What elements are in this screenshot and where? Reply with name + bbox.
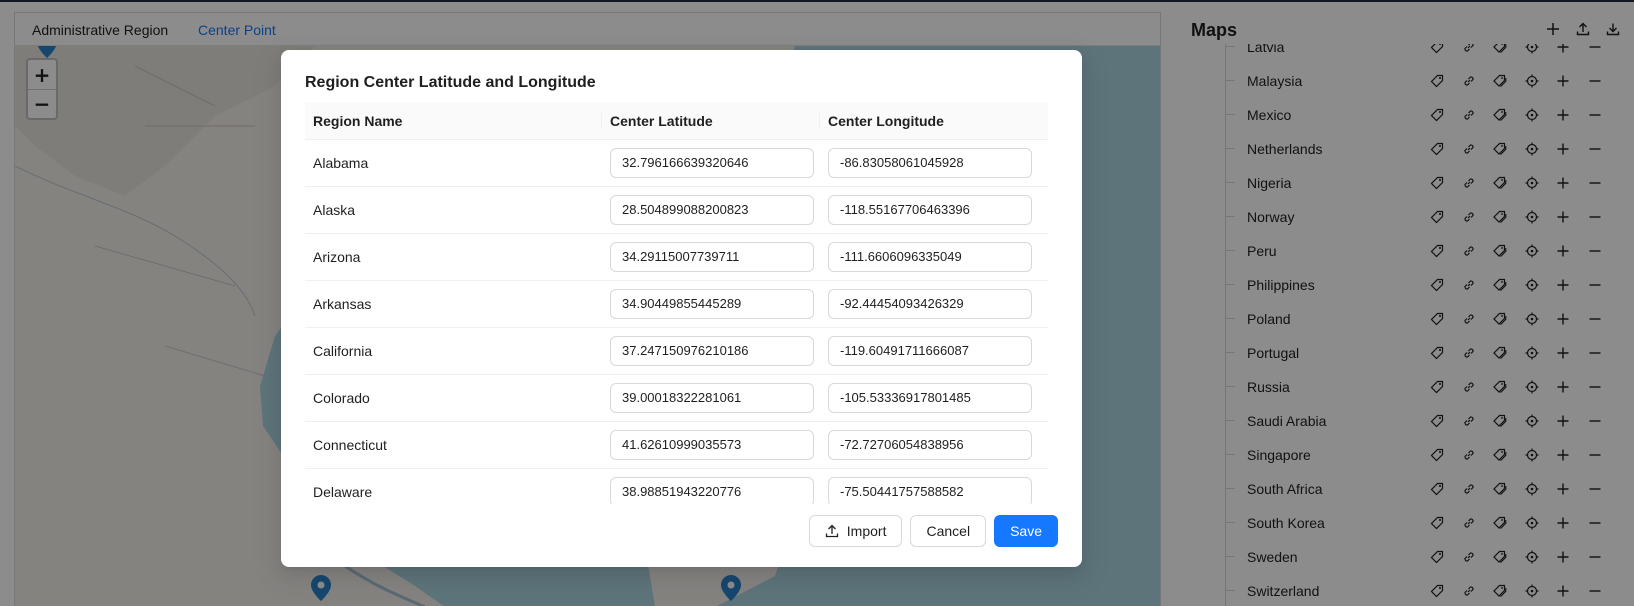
- center-latitude-input[interactable]: 34.90449855445289: [610, 289, 814, 319]
- table-row: Alaska 28.504899088200823 -118.55167706463…: [305, 187, 1048, 234]
- center-latitude-input[interactable]: 39.00018322281061: [610, 383, 814, 413]
- column-header-region-name: Region Name: [313, 113, 403, 129]
- import-label: Import: [846, 523, 887, 539]
- table-row: Arkansas 34.90449855445289 -92.44454093426…: [305, 281, 1048, 328]
- region-name: Connecticut: [313, 437, 387, 453]
- center-latitude-input[interactable]: 38.98851943220776: [610, 477, 814, 504]
- import-button[interactable]: Import: [808, 515, 903, 547]
- region-center-table: Region Name Center Latitude Center Longi…: [305, 102, 1048, 504]
- column-separator: [601, 113, 602, 129]
- center-longitude-input[interactable]: -105.53336917801485: [828, 383, 1032, 413]
- region-name: California: [313, 343, 373, 359]
- column-header-center-longitude: Center Longitude: [828, 113, 944, 129]
- center-longitude-input[interactable]: -111.6606096335049: [828, 242, 1032, 272]
- center-latitude-input[interactable]: 32.796166639320646: [610, 148, 814, 178]
- region-name: Arizona: [313, 249, 361, 265]
- region-name: Arkansas: [313, 296, 372, 312]
- center-latitude-input[interactable]: 37.247150976210186: [610, 336, 814, 366]
- center-latitude-input[interactable]: 28.504899088200823: [610, 195, 814, 225]
- region-name: Alaska: [313, 202, 356, 218]
- modal-footer: Import Cancel Save: [808, 515, 1058, 547]
- table-row: Arizona 34.29115007739711 -111.66060963350…: [305, 234, 1048, 281]
- modal-title: Region Center Latitude and Longitude: [305, 74, 596, 91]
- center-longitude-input[interactable]: -86.83058061045928: [828, 148, 1032, 178]
- table-row: California 37.247150976210186 -119.6049171…: [305, 328, 1048, 375]
- upload-icon: [825, 524, 838, 538]
- table-row: Connecticut 41.62610999035573 -72.72706054…: [305, 422, 1048, 469]
- center-longitude-input[interactable]: -92.44454093426329: [828, 289, 1032, 319]
- table-header: Region Name Center Latitude Center Longi…: [305, 102, 1048, 140]
- region-name: Delaware: [313, 484, 373, 500]
- table-row: Delaware 38.98851943220776 -75.50441757588…: [305, 469, 1048, 504]
- column-separator: [819, 113, 820, 129]
- table-row: Alabama 32.796166639320646 -86.83058061045…: [305, 140, 1048, 187]
- cancel-button[interactable]: Cancel: [910, 515, 987, 547]
- column-header-center-latitude: Center Latitude: [610, 113, 713, 129]
- table-row: Colorado 39.00018322281061 -105.5333691780…: [305, 375, 1048, 422]
- center-longitude-input[interactable]: -119.60491711666087: [828, 336, 1032, 366]
- region-center-modal: Region Center Latitude and Longitude Reg…: [281, 50, 1082, 567]
- center-latitude-input[interactable]: 34.29115007739711: [610, 242, 814, 272]
- center-longitude-input[interactable]: -118.55167706463396: [828, 195, 1032, 225]
- region-name: Alabama: [313, 155, 369, 171]
- center-latitude-input[interactable]: 41.62610999035573: [610, 430, 814, 460]
- save-button[interactable]: Save: [994, 515, 1058, 547]
- region-name: Colorado: [313, 390, 370, 406]
- center-longitude-input[interactable]: -75.50441757588582: [828, 477, 1032, 504]
- center-longitude-input[interactable]: -72.72706054838956: [828, 430, 1032, 460]
